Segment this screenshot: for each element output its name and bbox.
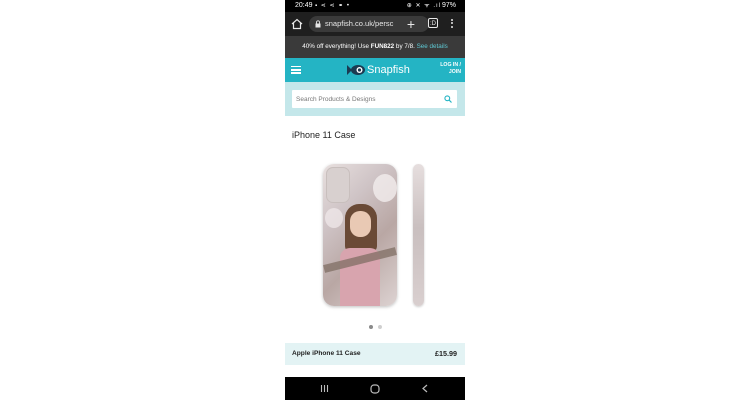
recents-icon[interactable]: [320, 384, 329, 393]
plus-icon[interactable]: +: [406, 17, 416, 31]
search-icon[interactable]: [444, 95, 452, 103]
carousel-dot-2[interactable]: [378, 325, 382, 329]
page-title: iPhone 11 Case: [292, 130, 356, 140]
android-home-icon[interactable]: [370, 384, 380, 394]
hamburger-icon[interactable]: [291, 66, 301, 74]
snapfish-logo[interactable]: Snapfish: [347, 62, 410, 78]
status-bar: 20:49 ▪ ⋖ ⋖ ⚭ • ⊕ ✕ ᯤ .ıl 97%: [285, 0, 465, 12]
battery-level: 97%: [441, 2, 456, 9]
url-text: snapfish.co.uk/persc: [325, 19, 394, 28]
camera-cutout: [326, 167, 350, 203]
promo-banner: 40% off everything! Use FUN822 by 7/8. S…: [285, 36, 465, 58]
promo-code: FUN822: [370, 43, 395, 50]
lock-icon: [315, 20, 321, 28]
back-icon[interactable]: [421, 384, 429, 393]
login-label: LOG IN /: [440, 62, 461, 68]
see-details-link[interactable]: See details: [417, 43, 448, 50]
carousel-dot-1[interactable]: [369, 325, 373, 329]
promo-text-end: by 7/8.: [394, 43, 417, 50]
brand-name: Snapfish: [367, 64, 410, 76]
promo-text: 40% off everything! Use: [302, 43, 371, 50]
carousel-dots: [369, 325, 389, 329]
notification-icons: ▪ ⋖ ⋖ ⚭ •: [315, 3, 350, 9]
tabs-icon[interactable]: :D: [428, 18, 438, 28]
signal-icons: ⊕ ✕ ᯤ .ıl: [406, 3, 441, 9]
search-box: [292, 90, 457, 108]
join-label: JOIN: [448, 69, 461, 75]
home-icon[interactable]: [291, 18, 303, 30]
phone-screen: 20:49 ▪ ⋖ ⋖ ⚭ • ⊕ ✕ ᯤ .ıl 97% snapfish.c…: [285, 0, 465, 400]
product-image-front[interactable]: [323, 164, 397, 306]
product-summary-bar: Apple iPhone 11 Case £15.99: [285, 343, 465, 365]
site-header: Snapfish LOG IN / JOIN: [285, 58, 465, 82]
search-input[interactable]: [296, 90, 436, 108]
product-name: Apple iPhone 11 Case: [292, 350, 361, 357]
login-join-link[interactable]: LOG IN / JOIN: [440, 62, 461, 76]
product-price: £15.99: [435, 349, 457, 358]
product-image-side[interactable]: [413, 164, 424, 306]
search-section: [285, 82, 465, 116]
android-nav-bar: [285, 377, 465, 400]
more-vert-icon[interactable]: [448, 17, 456, 31]
browser-toolbar: snapfish.co.uk/persc + :D: [285, 12, 465, 36]
fish-logo-icon: [347, 65, 365, 75]
status-time: 20:49: [295, 2, 313, 9]
